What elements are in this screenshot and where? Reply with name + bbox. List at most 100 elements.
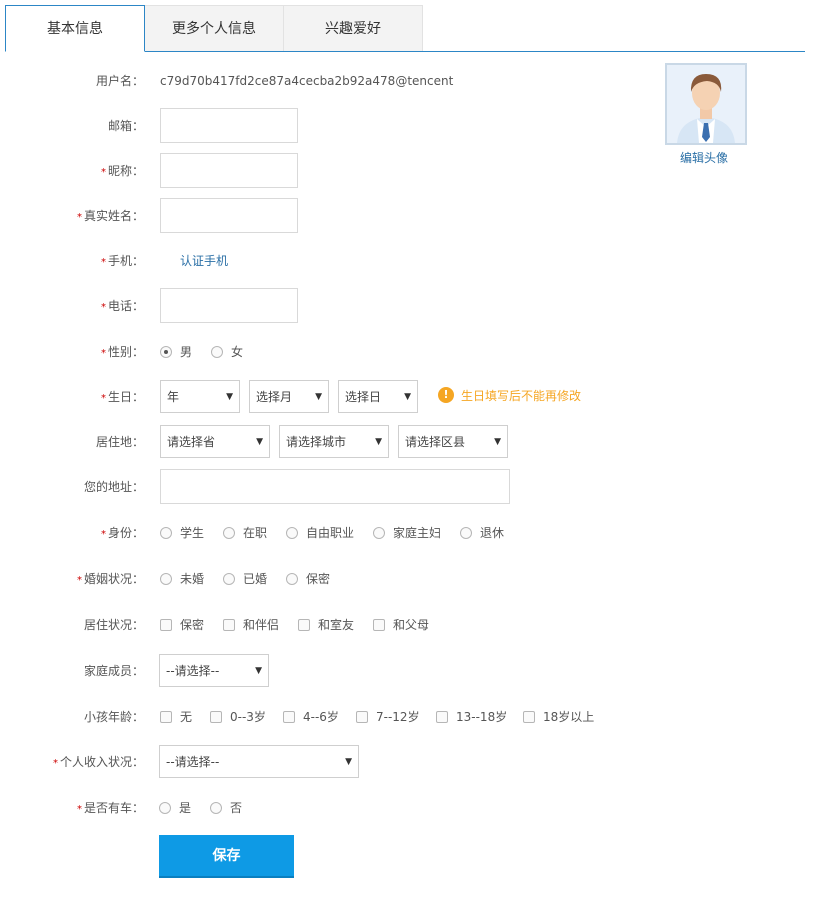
tab-more-info[interactable]: 更多个人信息 <box>144 5 284 51</box>
required-mark: * <box>76 804 82 815</box>
child-age-18plus-label: 18岁以上 <box>543 710 595 724</box>
birthday-warning: 生日填写后不能再修改 <box>461 389 582 403</box>
required-mark: * <box>100 348 106 359</box>
tab-bar: 基本信息 更多个人信息 兴趣爱好 <box>5 5 805 52</box>
email-field[interactable] <box>160 108 298 143</box>
child-age-0-3-checkbox[interactable] <box>210 711 222 723</box>
username-value: c79d70b417fd2ce87a4cecba2b92a478@tencent <box>160 74 454 88</box>
child-age-13-18-label: 13--18岁 <box>456 710 508 724</box>
gender-male-label: 男 <box>180 345 193 359</box>
child-age-0-3-label: 0--3岁 <box>230 710 266 724</box>
required-mark: * <box>100 302 106 313</box>
required-mark: * <box>100 393 106 404</box>
child-age-7-12-label: 7--12岁 <box>376 710 420 724</box>
living-label: 居住状况： <box>83 618 144 632</box>
birth-month-select[interactable]: 选择月 ▼ <box>249 380 329 413</box>
living-partner-checkbox[interactable] <box>223 619 235 631</box>
gender-female-radio[interactable] <box>211 346 223 358</box>
telephone-field[interactable] <box>160 288 298 323</box>
chevron-down-icon: ▼ <box>255 666 262 676</box>
child-age-18plus-checkbox[interactable] <box>523 711 535 723</box>
realname-field[interactable] <box>160 198 298 233</box>
living-private-checkbox[interactable] <box>160 619 172 631</box>
child-age-label: 小孩年龄： <box>83 710 144 724</box>
nickname-label: * 昵称： <box>100 164 144 178</box>
marital-private-label: 保密 <box>306 572 331 586</box>
car-no-label: 否 <box>230 801 243 815</box>
chevron-down-icon: ▼ <box>226 392 233 402</box>
nickname-field[interactable] <box>160 153 298 188</box>
chevron-down-icon: ▼ <box>404 392 411 402</box>
marital-label: * 婚姻状况： <box>76 572 144 586</box>
income-label: * 个人收入状况： <box>52 755 144 769</box>
living-parents-label: 和父母 <box>393 618 430 632</box>
identity-homemaker-radio[interactable] <box>373 527 385 539</box>
marital-single-radio[interactable] <box>160 573 172 585</box>
user-avatar-icon <box>667 65 745 143</box>
identity-retired-radio[interactable] <box>460 527 472 539</box>
identity-employed-radio[interactable] <box>223 527 235 539</box>
living-parents-checkbox[interactable] <box>373 619 385 631</box>
identity-employed-label: 在职 <box>243 526 268 540</box>
avatar[interactable] <box>665 63 747 145</box>
province-select[interactable]: 请选择省 ▼ <box>160 425 270 458</box>
living-private-label: 保密 <box>180 618 205 632</box>
child-age-none-checkbox[interactable] <box>160 711 172 723</box>
birthday-label: * 生日： <box>100 390 144 404</box>
car-yes-label: 是 <box>179 801 192 815</box>
identity-label: * 身份： <box>100 526 144 540</box>
identity-freelance-radio[interactable] <box>286 527 298 539</box>
username-label: 用户名： <box>95 74 144 88</box>
car-no-radio[interactable] <box>210 802 222 814</box>
living-roommate-checkbox[interactable] <box>298 619 310 631</box>
save-button[interactable]: 保存 <box>159 835 294 878</box>
identity-student-label: 学生 <box>180 526 205 540</box>
address-label: 您的地址： <box>83 480 144 494</box>
child-age-13-18-checkbox[interactable] <box>436 711 448 723</box>
birth-year-select[interactable]: 年 ▼ <box>160 380 240 413</box>
identity-student-radio[interactable] <box>160 527 172 539</box>
residence-label: 居住地： <box>95 435 144 449</box>
child-age-7-12-checkbox[interactable] <box>356 711 368 723</box>
family-label: 家庭成员： <box>83 664 144 678</box>
gender-female-label: 女 <box>231 345 244 359</box>
chevron-down-icon: ▼ <box>375 437 382 447</box>
child-age-4-6-checkbox[interactable] <box>283 711 295 723</box>
child-age-4-6-label: 4--6岁 <box>303 710 339 724</box>
identity-freelance-label: 自由职业 <box>306 526 355 540</box>
required-mark: * <box>100 257 106 268</box>
tab-basic-info[interactable]: 基本信息 <box>5 5 145 52</box>
required-mark: * <box>76 575 82 586</box>
chevron-down-icon: ▼ <box>256 437 263 447</box>
chevron-down-icon: ▼ <box>345 757 352 767</box>
car-label: * 是否有车： <box>76 801 144 815</box>
address-field[interactable] <box>160 469 510 504</box>
mobile-label: * 手机： <box>100 254 144 268</box>
living-roommate-label: 和室友 <box>318 618 355 632</box>
gender-male-radio[interactable] <box>160 346 172 358</box>
email-label: 邮箱： <box>107 119 144 133</box>
telephone-label: * 电话： <box>100 299 144 313</box>
car-yes-radio[interactable] <box>159 802 171 814</box>
realname-label: * 真实姓名： <box>76 209 144 223</box>
edit-avatar-link[interactable]: 编辑头像 <box>680 150 728 166</box>
marital-married-label: 已婚 <box>243 572 268 586</box>
required-mark: * <box>100 529 106 540</box>
city-select[interactable]: 请选择城市 ▼ <box>279 425 389 458</box>
verify-mobile-link[interactable]: 认证手机 <box>180 253 228 269</box>
child-age-none-label: 无 <box>180 710 193 724</box>
marital-married-radio[interactable] <box>223 573 235 585</box>
income-select[interactable]: --请选择-- ▼ <box>159 745 359 778</box>
required-mark: * <box>52 758 58 769</box>
identity-retired-label: 退休 <box>480 526 505 540</box>
living-partner-label: 和伴侣 <box>243 618 280 632</box>
chevron-down-icon: ▼ <box>315 392 322 402</box>
marital-single-label: 未婚 <box>180 572 205 586</box>
required-mark: * <box>76 212 82 223</box>
district-select[interactable]: 请选择区县 ▼ <box>398 425 508 458</box>
family-members-select[interactable]: --请选择-- ▼ <box>159 654 269 687</box>
chevron-down-icon: ▼ <box>494 437 501 447</box>
marital-private-radio[interactable] <box>286 573 298 585</box>
birth-day-select[interactable]: 选择日 ▼ <box>338 380 418 413</box>
tab-interests[interactable]: 兴趣爱好 <box>283 5 423 51</box>
